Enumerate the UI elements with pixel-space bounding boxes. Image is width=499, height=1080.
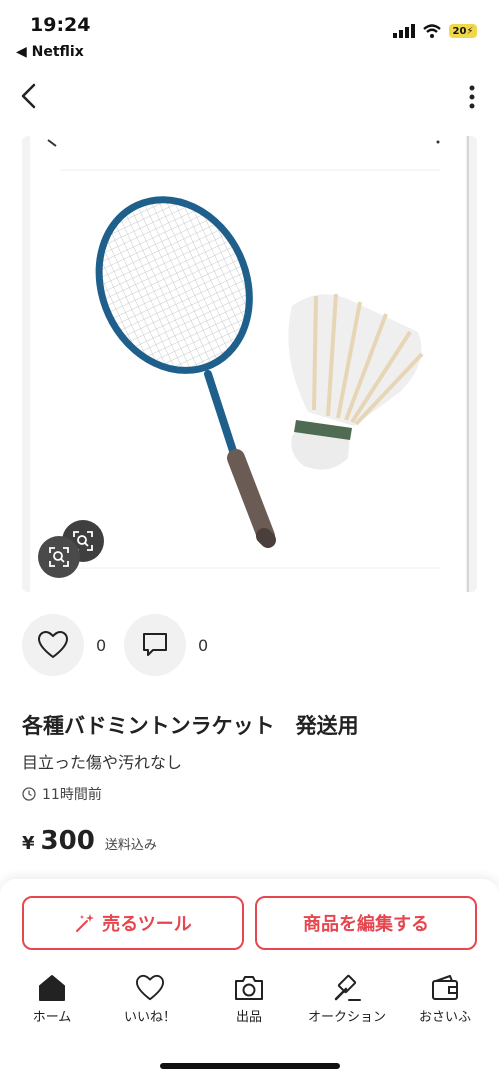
item-title: 各種バドミントンラケット 発送用: [22, 714, 359, 738]
like-count: 0: [96, 636, 107, 655]
tab-auction[interactable]: オークション: [302, 974, 392, 1025]
more-options-icon[interactable]: [467, 84, 477, 110]
comment-icon: [143, 633, 167, 656]
camera-icon: [235, 976, 263, 1000]
home-indicator: [160, 1063, 340, 1069]
battery-icon: 20 ⚡: [449, 24, 477, 38]
sell-tools-button[interactable]: 売るツール: [22, 896, 244, 950]
tab-home-label: ホーム: [32, 1010, 72, 1025]
wallet-icon: [432, 975, 458, 1000]
tab-auction-label: オークション: [307, 1010, 386, 1025]
comment-count: 0: [198, 636, 209, 655]
tab-likes-label: いいね！: [123, 1010, 176, 1025]
tab-sell-label: 出品: [235, 1010, 262, 1025]
heart-icon: [38, 631, 68, 658]
wifi-icon: [423, 24, 441, 38]
signal-icon: [393, 24, 415, 38]
posted-time-text: 11時間前: [42, 787, 102, 803]
magic-wand-icon: [76, 914, 95, 932]
tab-sell[interactable]: 出品: [204, 974, 294, 1025]
status-time: 19:24: [30, 14, 91, 36]
clock-icon: [22, 787, 36, 801]
comment-button[interactable]: [124, 614, 186, 676]
tab-home[interactable]: ホーム: [7, 974, 97, 1025]
price: ¥ 300 送料込み: [22, 826, 157, 856]
lens-search-icon: [49, 547, 69, 567]
tab-wallet[interactable]: おさいふ: [400, 974, 490, 1025]
posted-time: 11時間前: [22, 784, 102, 804]
image-search-button[interactable]: [38, 536, 80, 578]
tab-likes[interactable]: いいね！: [105, 974, 195, 1025]
back-to-app-link[interactable]: ◀ Netflix: [16, 44, 84, 60]
back-arrow-icon[interactable]: [16, 82, 44, 110]
gavel-icon: [334, 974, 361, 1001]
image-scroll-indicator: [467, 136, 469, 592]
heart-icon: [136, 974, 164, 1001]
price-value: 300: [40, 826, 95, 856]
home-icon: [39, 975, 65, 1001]
edit-item-button[interactable]: 商品を編集する: [255, 896, 477, 950]
edit-item-label: 商品を編集する: [303, 914, 429, 935]
shipping-note: 送料込み: [104, 838, 157, 853]
sell-tools-label: 売るツール: [102, 914, 192, 935]
price-currency: ¥: [22, 833, 35, 854]
tab-wallet-label: おさいふ: [418, 1010, 471, 1025]
item-condition: 目立った傷や汚れなし: [22, 753, 183, 772]
status-icons: 20 ⚡: [393, 24, 477, 38]
like-button[interactable]: [22, 614, 84, 676]
